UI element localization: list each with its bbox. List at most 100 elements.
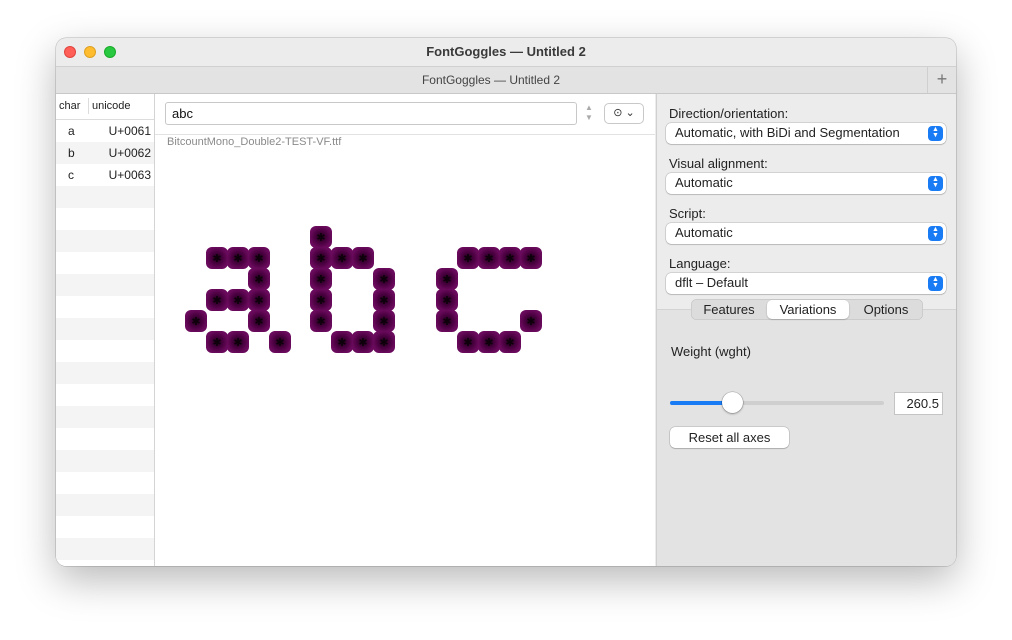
- glyph-pixel-core: ✱: [379, 315, 388, 328]
- reset-axes-button[interactable]: Reset all axes: [670, 427, 789, 448]
- glyph-b[interactable]: ✱ ✱ ✱ ✱ ✱ ✱ ✱ ✱ ✱ ✱ ✱ ✱ ✱: [310, 226, 395, 353]
- slider-knob[interactable]: [722, 392, 744, 413]
- glyph-pixel-core: ✱: [442, 294, 451, 307]
- title-bar: FontGoggles — Untitled 2: [56, 38, 956, 66]
- tab-features[interactable]: Features: [693, 300, 765, 319]
- glyph-pixel-core: ✱: [358, 336, 367, 349]
- glyph-pixel-core: ✱: [316, 273, 325, 286]
- language-label: Language:: [669, 256, 731, 271]
- column-header-char[interactable]: char: [59, 100, 80, 112]
- empty-row: [56, 538, 154, 560]
- empty-row: [56, 406, 154, 428]
- glyph-pixel-core: ✱: [212, 252, 221, 265]
- glyph-pixel-core: ✱: [254, 294, 263, 307]
- glyph-pixel-core: ✱: [379, 273, 388, 286]
- empty-row: [56, 384, 154, 406]
- direction-value: Automatic, with BiDi and Segmentation: [675, 125, 900, 140]
- direction-label: Direction/orientation:: [669, 106, 789, 121]
- glyph-pixel-core: ✱: [442, 315, 451, 328]
- glyph-pixel-core: ✱: [275, 336, 284, 349]
- glyph-pixel-core: ✱: [337, 336, 346, 349]
- language-select[interactable]: dflt – Default ▲ ▼: [666, 273, 946, 294]
- char-cell: a: [68, 124, 75, 138]
- column-divider: [88, 98, 89, 114]
- glyph-pixel-core: ✱: [463, 336, 472, 349]
- glyph-pixel-core: ✱: [233, 336, 242, 349]
- glyph-pixel-core: ✱: [379, 294, 388, 307]
- chevron-up-icon[interactable]: ▲: [581, 103, 597, 113]
- glyph-pixel-core: ✱: [484, 336, 493, 349]
- column-header-unicode[interactable]: unicode: [92, 100, 131, 112]
- panel-tabs: Features Variations Options: [691, 299, 923, 320]
- empty-row: [56, 428, 154, 450]
- empty-row: [56, 208, 154, 230]
- glyph-pixel-core: ✱: [212, 294, 221, 307]
- glyph-pixel-core: ✱: [442, 273, 451, 286]
- glyph-view: ▲ ▼ ⊙ ⌄ BitcountMono_Double2-TEST-VF.ttf…: [155, 94, 655, 566]
- glyph-pixel-core: ✱: [316, 294, 325, 307]
- visual-alignment-select[interactable]: Automatic ▲ ▼: [666, 173, 946, 194]
- glyph-pixel-core: ✱: [233, 252, 242, 265]
- glyph-pixel-core: ✱: [191, 315, 200, 328]
- character-list: char unicode a U+0061 b U+0062 c U+0063: [56, 94, 155, 566]
- more-options-button[interactable]: ⊙ ⌄: [604, 103, 644, 124]
- char-cell: b: [68, 146, 75, 160]
- char-row[interactable]: b U+0062: [56, 142, 154, 164]
- updown-arrows-icon: ▲ ▼: [928, 276, 943, 291]
- tab-options[interactable]: Options: [851, 300, 921, 319]
- glyph-a[interactable]: ✱ ✱ ✱ ✱ ✱ ✱ ✱ ✱ ✱ ✱ ✱ ✱: [185, 247, 291, 353]
- empty-row: [56, 296, 154, 318]
- tab-content-area: Features Variations Options Weight (wght…: [657, 299, 956, 566]
- glyph-pixel-core: ✱: [484, 252, 493, 265]
- unicode-cell: U+0062: [108, 146, 151, 160]
- glyph-pixel-core: ✱: [505, 252, 514, 265]
- updown-arrows-icon: ▲ ▼: [928, 126, 943, 141]
- glyph-pixel-core: ✱: [316, 231, 325, 244]
- window-title: FontGoggles — Untitled 2: [426, 44, 586, 59]
- glyph-pixel-core: ✱: [358, 252, 367, 265]
- language-value: dflt – Default: [675, 275, 748, 290]
- empty-row: [56, 516, 154, 538]
- glyph-pixel-core: ✱: [254, 252, 263, 265]
- weight-slider[interactable]: [670, 392, 884, 413]
- new-tab-button[interactable]: +: [927, 67, 956, 93]
- weight-value-field[interactable]: 260.5: [894, 392, 943, 415]
- rendered-glyphs[interactable]: ✱ ✱ ✱ ✱ ✱ ✱ ✱ ✱ ✱ ✱ ✱ ✱ ✱ ✱ ✱ ✱ ✱ ✱ ✱ ✱ ✱ ✱ ✱ ✱ ✱ ✱ ✱ ✱ ✱ ✱ ✱ ✱ ✱ ✱ ✱ ✱: [155, 154, 655, 404]
- glyph-pixel-core: ✱: [526, 315, 535, 328]
- settings-panel: Direction/orientation: Automatic, with B…: [656, 94, 956, 566]
- empty-row: [56, 362, 154, 384]
- script-value: Automatic: [675, 225, 733, 240]
- glyph-c[interactable]: ✱ ✱ ✱ ✱ ✱ ✱ ✱ ✱ ✱ ✱ ✱: [436, 247, 542, 353]
- char-row[interactable]: c U+0063: [56, 164, 154, 186]
- empty-row: [56, 318, 154, 340]
- glyph-pixel-core: ✱: [505, 336, 514, 349]
- empty-row: [56, 340, 154, 362]
- glyph-pixel-core: ✱: [463, 252, 472, 265]
- font-file-name[interactable]: BitcountMono_Double2-TEST-VF.ttf: [167, 136, 341, 148]
- glyph-pixel-core: ✱: [379, 336, 388, 349]
- script-select[interactable]: Automatic ▲ ▼: [666, 223, 946, 244]
- script-label: Script:: [669, 206, 706, 221]
- axis-label: Weight (wght): [671, 344, 751, 359]
- character-list-header: char unicode: [56, 94, 154, 120]
- direction-select[interactable]: Automatic, with BiDi and Segmentation ▲ ▼: [666, 123, 946, 144]
- glyph-pixel-core: ✱: [233, 294, 242, 307]
- document-tab[interactable]: FontGoggles — Untitled 2: [56, 73, 926, 87]
- empty-row: [56, 274, 154, 296]
- empty-row: [56, 472, 154, 494]
- unicode-cell: U+0063: [108, 168, 151, 182]
- tab-variations[interactable]: Variations: [767, 300, 849, 319]
- glyph-pixel-core: ✱: [254, 273, 263, 286]
- text-stepper[interactable]: ▲ ▼: [581, 103, 597, 125]
- glyph-pixel-core: ✱: [254, 315, 263, 328]
- app-window: FontGoggles — Untitled 2 FontGoggles — U…: [56, 38, 956, 566]
- char-cell: c: [68, 168, 74, 182]
- tab-bar: FontGoggles — Untitled 2 +: [56, 66, 956, 94]
- char-row[interactable]: a U+0061: [56, 120, 154, 142]
- glyph-pixel-core: ✱: [212, 336, 221, 349]
- empty-row: [56, 252, 154, 274]
- updown-arrows-icon: ▲ ▼: [928, 176, 943, 191]
- chevron-down-icon[interactable]: ▼: [581, 113, 597, 123]
- unicode-cell: U+0061: [108, 124, 151, 138]
- text-entry-field[interactable]: [165, 102, 577, 125]
